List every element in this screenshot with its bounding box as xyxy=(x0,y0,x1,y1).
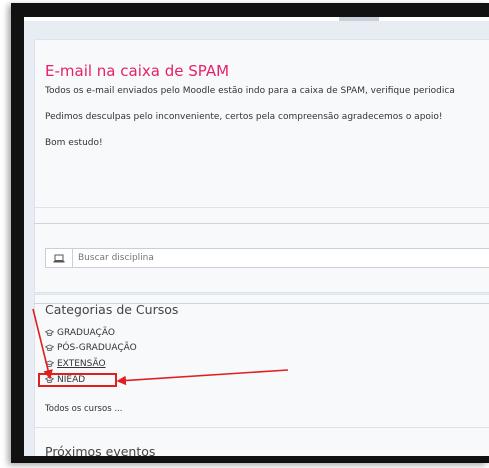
annotation-arrows xyxy=(32,308,289,386)
annotation-arrow-down xyxy=(32,308,53,380)
annotation-arrow-left xyxy=(116,369,289,386)
